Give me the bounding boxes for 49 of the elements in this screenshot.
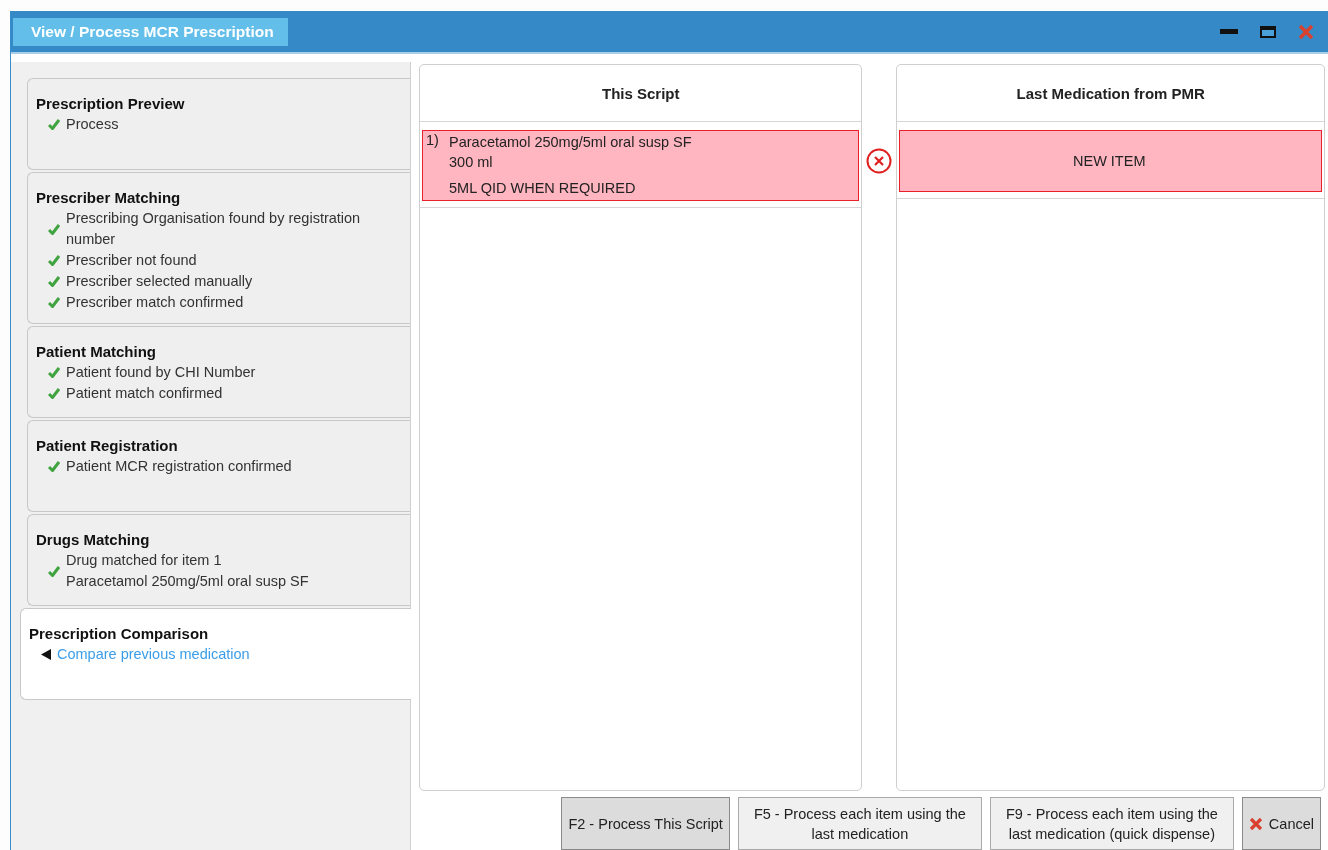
step-card[interactable]: Prescription Comparison Compare previous medication: [20, 608, 411, 700]
step-item-text: Patient match confirmed: [66, 384, 223, 403]
check-icon: [48, 367, 60, 378]
check-icon: [48, 255, 60, 266]
step-title: Prescriber Matching: [36, 189, 182, 206]
panel-heading: Last Medication from PMR: [897, 65, 1324, 122]
step-item-text: Prescriber selected manually: [66, 272, 253, 291]
step-item-text: Prescribing Organisation found by registration number: [66, 209, 362, 249]
step-item-text: Prescriber not found: [66, 251, 197, 270]
check-icon: [48, 461, 60, 472]
window-title: View / Process MCR Prescription: [13, 17, 288, 46]
step-item-text: Prescriber match confirmed: [66, 293, 244, 312]
medication-item[interactable]: NEW ITEM: [899, 130, 1322, 192]
panel-heading: This Script: [420, 65, 862, 122]
step-card[interactable]: Patient Registration Patient MCR registration confirmed: [27, 420, 410, 512]
step-item-text: Process: [66, 115, 119, 134]
close-icon: [1248, 816, 1263, 831]
maximize-icon[interactable]: [1260, 25, 1276, 38]
step-item-text: Patient MCR registration confirmed: [66, 457, 292, 476]
check-icon: [48, 297, 60, 308]
check-icon: [48, 565, 60, 577]
step-item-text: Drug matched for item 1: [66, 551, 223, 570]
drug-dosage: 5ML QID WHEN REQUIRED: [449, 179, 637, 198]
step-card[interactable]: Prescriber Matching Prescribing Organisation found by registration number Prescriber not found Prescriber selected manually Prescriber match confirmed: [27, 172, 410, 324]
process-button[interactable]: F5 - Process each item using the last medication: [737, 797, 982, 850]
arrow-icon: [41, 649, 51, 660]
step-title: Prescription Preview: [36, 95, 186, 112]
step-item-text: Paracetamol 250mg/5ml oral susp SF: [66, 572, 309, 591]
step-card[interactable]: Drugs Matching Drug matched for item 1 Paracetamol 250mg/5ml oral susp SF: [27, 514, 410, 606]
process-button[interactable]: F2 - Process This Script: [561, 797, 730, 850]
check-icon: [48, 119, 60, 130]
step-card[interactable]: Patient Matching Patient found by CHI Number Patient match confirmed: [27, 326, 410, 418]
step-item-text: Patient found by CHI Number: [66, 363, 256, 382]
drug-name: Paracetamol 250mg/5ml oral susp SF: [449, 133, 692, 152]
error-icon: [866, 148, 893, 174]
check-icon: [48, 388, 60, 399]
minimize-icon[interactable]: [1220, 28, 1238, 35]
step-title: Patient Matching: [36, 343, 157, 360]
item-number: 1): [426, 132, 440, 150]
step-card[interactable]: Prescription Preview Process: [27, 78, 410, 170]
check-icon: [48, 223, 60, 235]
step-title: Prescription Comparison: [29, 625, 210, 642]
cancel-button[interactable]: Cancel: [1241, 797, 1321, 850]
process-button[interactable]: F9 - Process each item using the last medication (quick dispense): [989, 797, 1234, 850]
check-icon: [48, 276, 60, 287]
drug-quantity: 300 ml: [449, 153, 494, 172]
script-item[interactable]: 1) Paracetamol 250mg/5ml oral susp SF 300 ml 5ML QID WHEN REQUIRED: [422, 130, 860, 201]
step-title: Patient Registration: [36, 437, 179, 454]
step-title: Drugs Matching: [36, 531, 151, 548]
